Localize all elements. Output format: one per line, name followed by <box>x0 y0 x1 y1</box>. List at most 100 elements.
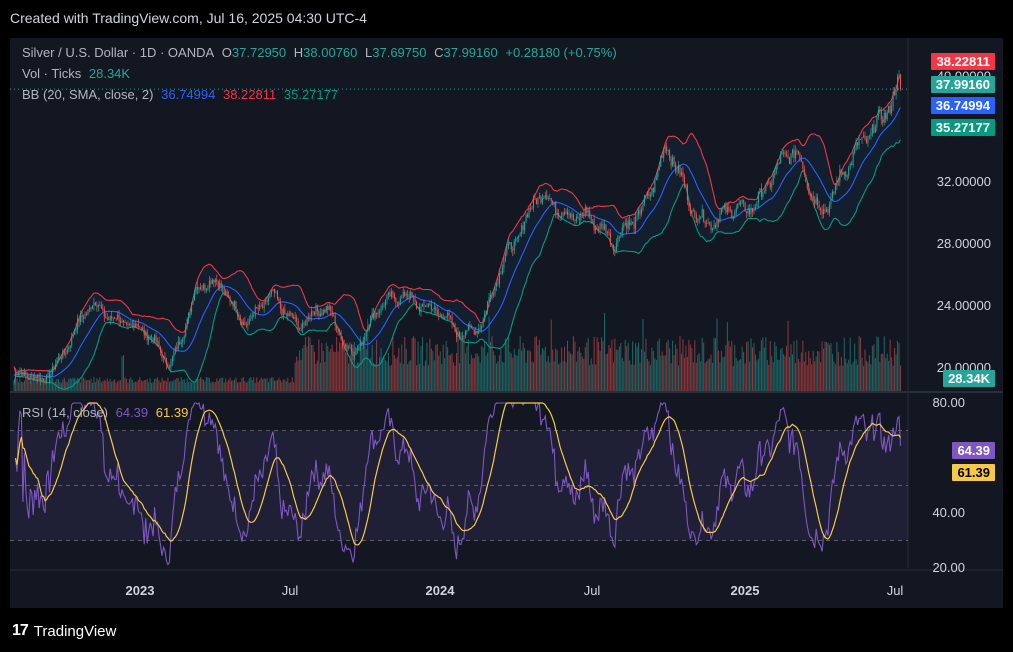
candle-body <box>438 313 440 315</box>
volume-bar <box>115 382 117 391</box>
volume-bar <box>290 382 292 391</box>
volume-legend[interactable]: Vol · Ticks 28.34K <box>22 66 134 81</box>
volume-bar <box>618 346 620 391</box>
volume-bar <box>679 336 681 391</box>
candle-body <box>158 341 160 347</box>
candle-body <box>160 346 162 352</box>
candle-body <box>299 328 301 330</box>
candle-body <box>599 223 601 231</box>
bb-legend[interactable]: BB (20, SMA, close, 2) 36.74994 38.22811… <box>22 87 342 102</box>
candle-body <box>608 232 610 234</box>
candle-body <box>395 298 397 303</box>
volume-bar <box>642 318 644 391</box>
candle-body <box>732 216 734 219</box>
candle-body <box>549 198 551 199</box>
chart-canvas[interactable]: 40.0000032.0000028.0000024.0000020.00000… <box>10 38 1003 608</box>
candle-body <box>778 163 780 165</box>
volume-bar <box>287 377 289 391</box>
volume-bar <box>414 338 416 391</box>
volume-bar <box>581 356 583 391</box>
candle-body <box>226 291 228 296</box>
volume-bar <box>134 381 136 391</box>
volume-bar <box>170 380 172 391</box>
candle-body <box>105 316 107 319</box>
candle-body <box>310 311 312 317</box>
volume-bar <box>620 342 622 391</box>
symbol-label[interactable]: Silver / U.S. Dollar · 1D · OANDA <box>22 45 214 60</box>
candle-body <box>419 307 421 313</box>
volume-bar <box>617 350 619 391</box>
candle-body <box>137 324 139 327</box>
tradingview-brand[interactable]: 17 TradingView <box>12 622 116 640</box>
rsi-axis-label: 80.00 <box>932 395 965 410</box>
volume-bar <box>723 356 725 391</box>
volume-bar <box>447 347 449 391</box>
candle-body <box>253 315 255 317</box>
volume-bar <box>627 342 629 391</box>
candle-body <box>14 373 16 376</box>
volume-bar <box>507 336 509 391</box>
volume-bar <box>604 312 606 391</box>
volume-bar <box>328 351 330 391</box>
candle-body <box>676 170 678 173</box>
volume-bar <box>837 351 839 391</box>
volume-bar <box>900 365 902 391</box>
volume-bar <box>162 380 164 391</box>
candle-body <box>550 198 552 201</box>
candle-body <box>259 305 261 310</box>
volume-bar <box>99 377 101 391</box>
candle-body <box>180 342 182 345</box>
volume-bar <box>894 347 896 391</box>
candle-body <box>528 208 530 218</box>
rsi-legend[interactable]: RSI (14, close) 64.39 61.39 <box>22 405 192 420</box>
candle-body <box>374 312 376 319</box>
candle-body <box>826 209 828 212</box>
candle-body <box>32 376 34 380</box>
candle-body <box>396 302 398 304</box>
volume-bar <box>384 360 386 391</box>
candle-body <box>57 357 59 361</box>
candle-body <box>192 300 194 303</box>
volume-bar <box>436 344 438 391</box>
candle-body <box>675 164 677 171</box>
candle-body <box>272 289 274 292</box>
candle-body <box>303 322 305 324</box>
volume-bar <box>500 349 502 391</box>
volume-bar <box>754 354 756 391</box>
candle-body <box>846 175 848 177</box>
candle-body <box>618 236 620 238</box>
volume-bar <box>387 353 389 391</box>
candle-body <box>555 202 557 215</box>
volume-bar <box>567 340 569 391</box>
volume-bar <box>461 338 463 391</box>
candle-body <box>96 305 98 307</box>
candle-body <box>145 331 147 336</box>
candle-body <box>789 157 791 165</box>
volume-bar <box>575 361 577 391</box>
candle-body <box>479 328 481 329</box>
volume-bar <box>589 365 591 391</box>
volume-bar <box>649 364 651 391</box>
candle-body <box>880 109 882 120</box>
volume-bar <box>223 382 225 391</box>
candle-body <box>420 306 422 313</box>
volume-bar <box>16 378 18 391</box>
candle-body <box>445 316 447 319</box>
candle-body <box>123 320 125 323</box>
volume-bar <box>484 341 486 391</box>
candle-body <box>697 221 699 222</box>
volume-bar <box>211 381 213 391</box>
candle-body <box>56 360 58 365</box>
volume-bar <box>194 382 196 391</box>
candle-body <box>843 171 845 175</box>
chart-frame[interactable]: 40.0000032.0000028.0000024.0000020.00000… <box>10 38 1003 608</box>
candle-body <box>40 378 42 381</box>
volume-bar <box>164 380 166 391</box>
volume-value: 28.34K <box>88 66 131 81</box>
volume-bar <box>525 362 527 391</box>
volume-bar <box>743 352 745 391</box>
volume-bar <box>842 365 844 391</box>
candle-body <box>854 148 856 153</box>
candle-body <box>173 352 175 358</box>
volume-bar <box>330 348 332 391</box>
